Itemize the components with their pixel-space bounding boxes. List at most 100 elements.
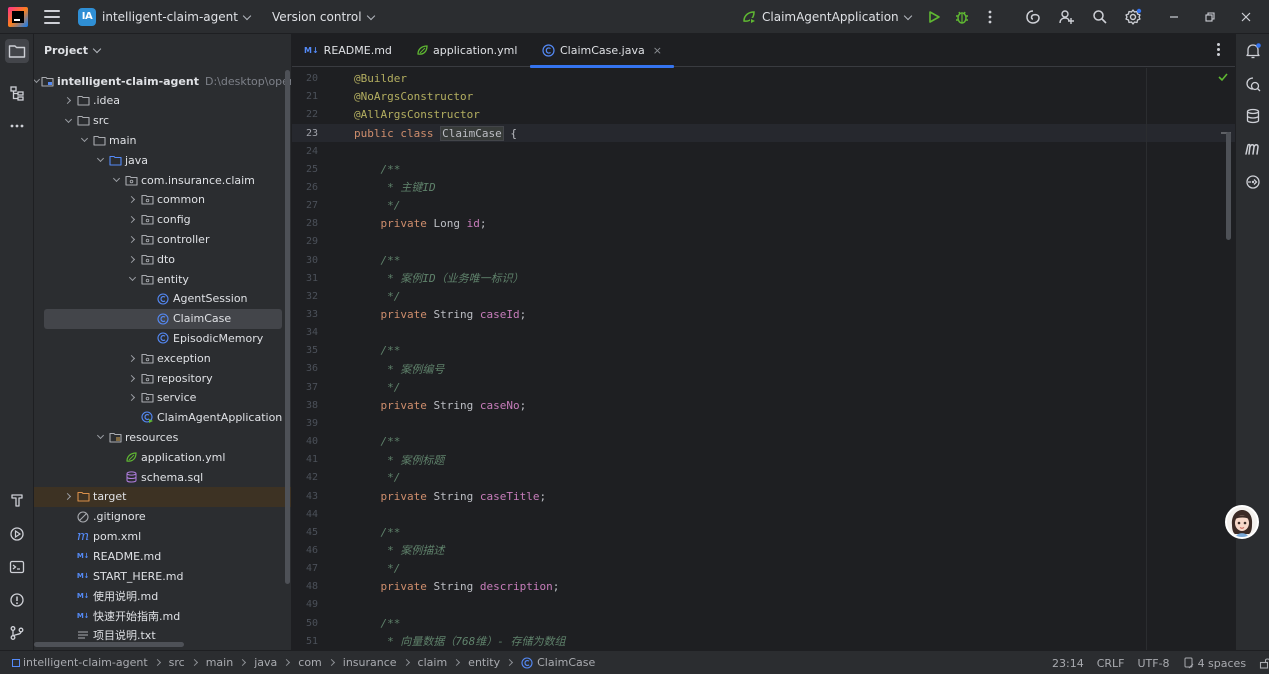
- line-number[interactable]: 43: [292, 491, 318, 502]
- line-number[interactable]: 22: [292, 109, 318, 120]
- close-tab-icon[interactable]: ×: [653, 44, 662, 57]
- tree-item[interactable]: repository: [34, 368, 291, 388]
- code-line[interactable]: 26 * 主键ID: [292, 178, 1235, 196]
- tree-item[interactable]: .idea: [34, 91, 291, 111]
- tab-readme[interactable]: M↓ README.md: [304, 34, 392, 67]
- tree-item[interactable]: java: [34, 150, 291, 170]
- line-number[interactable]: 37: [292, 382, 318, 393]
- line-separator[interactable]: CRLF: [1097, 657, 1125, 670]
- chevron-right-icon[interactable]: [126, 216, 138, 224]
- line-number[interactable]: 24: [292, 146, 318, 157]
- line-number[interactable]: 32: [292, 291, 318, 302]
- code-line[interactable]: 35 /**: [292, 342, 1235, 360]
- line-number[interactable]: 35: [292, 345, 318, 356]
- terminal-icon[interactable]: [5, 555, 29, 579]
- line-number[interactable]: 44: [292, 509, 318, 520]
- tree-item[interactable]: ClaimCase: [44, 308, 282, 329]
- tree-item[interactable]: ClaimAgentApplication: [34, 408, 291, 428]
- tree-item[interactable]: schema.sql: [34, 467, 291, 487]
- tree-item[interactable]: dto: [34, 249, 291, 269]
- tree-item[interactable]: com.insurance.claim: [34, 170, 291, 190]
- tree-item[interactable]: EpisodicMemory: [34, 328, 291, 348]
- line-number[interactable]: 45: [292, 527, 318, 538]
- run-icon[interactable]: [923, 6, 945, 28]
- chevron-down-icon[interactable]: [34, 75, 41, 84]
- code-line[interactable]: 33 private String caseId;: [292, 305, 1235, 323]
- code-line[interactable]: 50 /**: [292, 614, 1235, 632]
- line-number[interactable]: 40: [292, 436, 318, 447]
- tab-claimcase-java[interactable]: ClaimCase.java ×: [530, 34, 674, 68]
- chevron-down-icon[interactable]: [110, 174, 122, 183]
- project-badge[interactable]: IA: [78, 7, 96, 26]
- chevron-down-icon[interactable]: [94, 155, 106, 163]
- notifications-bell-icon[interactable]: [1241, 39, 1265, 63]
- line-number[interactable]: 31: [292, 273, 318, 284]
- tree-item[interactable]: AgentSession: [34, 289, 291, 309]
- assistant-avatar[interactable]: [1225, 505, 1259, 539]
- restore-icon[interactable]: [1196, 6, 1224, 28]
- tree-item[interactable]: service: [34, 388, 291, 408]
- code-line[interactable]: 47 */: [292, 560, 1235, 578]
- tree-item[interactable]: entity: [34, 269, 291, 289]
- tree-item[interactable]: M↓ 使用说明.md: [34, 586, 291, 606]
- code-line[interactable]: 37 */: [292, 378, 1235, 396]
- tree-item[interactable]: controller: [34, 229, 291, 249]
- code-line[interactable]: 30 /**: [292, 251, 1235, 269]
- tree-item[interactable]: resources: [34, 427, 291, 447]
- no-problems-check-icon[interactable]: [1218, 72, 1228, 82]
- breadcrumb-item[interactable]: com: [298, 656, 322, 669]
- line-number[interactable]: 46: [292, 545, 318, 556]
- code-line[interactable]: 25 /**: [292, 160, 1235, 178]
- line-number[interactable]: 36: [292, 363, 318, 374]
- maven-icon[interactable]: [1241, 137, 1265, 161]
- chevron-right-icon[interactable]: [62, 493, 74, 501]
- line-number[interactable]: 38: [292, 400, 318, 411]
- line-number[interactable]: 48: [292, 581, 318, 592]
- minimize-icon[interactable]: [1160, 6, 1188, 28]
- line-number[interactable]: 28: [292, 218, 318, 229]
- code-line[interactable]: 21 @NoArgsConstructor: [292, 88, 1235, 106]
- code-line[interactable]: 31 * 案例ID（业务唯一标识）: [292, 269, 1235, 287]
- caret-position[interactable]: 23:14: [1052, 657, 1084, 670]
- chevron-right-icon[interactable]: [126, 394, 138, 402]
- code-line[interactable]: 23 public class ClaimCase {: [292, 123, 1235, 143]
- settings-gear-icon[interactable]: [1122, 6, 1144, 28]
- search-icon[interactable]: [1089, 6, 1111, 28]
- services-icon[interactable]: [5, 522, 29, 546]
- project-tree-horizontal-scrollbar[interactable]: [34, 642, 184, 647]
- line-number[interactable]: 30: [292, 255, 318, 266]
- line-number[interactable]: 51: [292, 636, 318, 647]
- breadcrumb-item[interactable]: java: [254, 656, 277, 669]
- tabs-more-icon[interactable]: [1217, 43, 1221, 56]
- chevron-right-icon[interactable]: [126, 196, 138, 204]
- code-line[interactable]: 27 */: [292, 197, 1235, 215]
- chevron-down-icon[interactable]: [78, 135, 90, 143]
- tree-item[interactable]: config: [34, 210, 291, 230]
- code-line[interactable]: 49: [292, 596, 1235, 614]
- code-line[interactable]: 20 @Builder: [292, 70, 1235, 88]
- chevron-right-icon[interactable]: [126, 374, 138, 382]
- tree-item[interactable]: application.yml: [34, 447, 291, 467]
- line-number[interactable]: 34: [292, 327, 318, 338]
- code-view[interactable]: 20 @Builder 21 @NoArgsConstructor 22 @AllArgs…: [292, 68, 1235, 650]
- chevron-right-icon[interactable]: [126, 354, 138, 362]
- breadcrumb-item[interactable]: intelligent-claim-agent: [23, 656, 148, 669]
- breadcrumb-item[interactable]: ClaimCase: [537, 656, 595, 669]
- ai-chat-icon[interactable]: [1241, 72, 1265, 96]
- tree-item[interactable]: src: [34, 111, 291, 131]
- git-branch-icon[interactable]: [5, 621, 29, 645]
- code-line[interactable]: 22 @AllArgsConstructor: [292, 106, 1235, 124]
- code-line[interactable]: 36 * 案例编号: [292, 360, 1235, 378]
- tree-item[interactable]: M↓ 快速开始指南.md: [34, 606, 291, 626]
- line-number[interactable]: 29: [292, 236, 318, 247]
- tab-application-yml[interactable]: application.yml: [416, 34, 517, 67]
- line-number[interactable]: 49: [292, 599, 318, 610]
- code-line[interactable]: 51 * 向量数据（768维）- 存储为数组: [292, 632, 1235, 650]
- tree-item[interactable]: M↓ README.md: [34, 546, 291, 566]
- tree-item[interactable]: exception: [34, 348, 291, 368]
- project-widget[interactable]: intelligent-claim-agent: [102, 10, 252, 24]
- close-window-icon[interactable]: [1232, 6, 1260, 28]
- chevron-down-icon[interactable]: [62, 115, 74, 123]
- chevron-right-icon[interactable]: [126, 235, 138, 243]
- editor-scrollbar[interactable]: [1226, 132, 1231, 240]
